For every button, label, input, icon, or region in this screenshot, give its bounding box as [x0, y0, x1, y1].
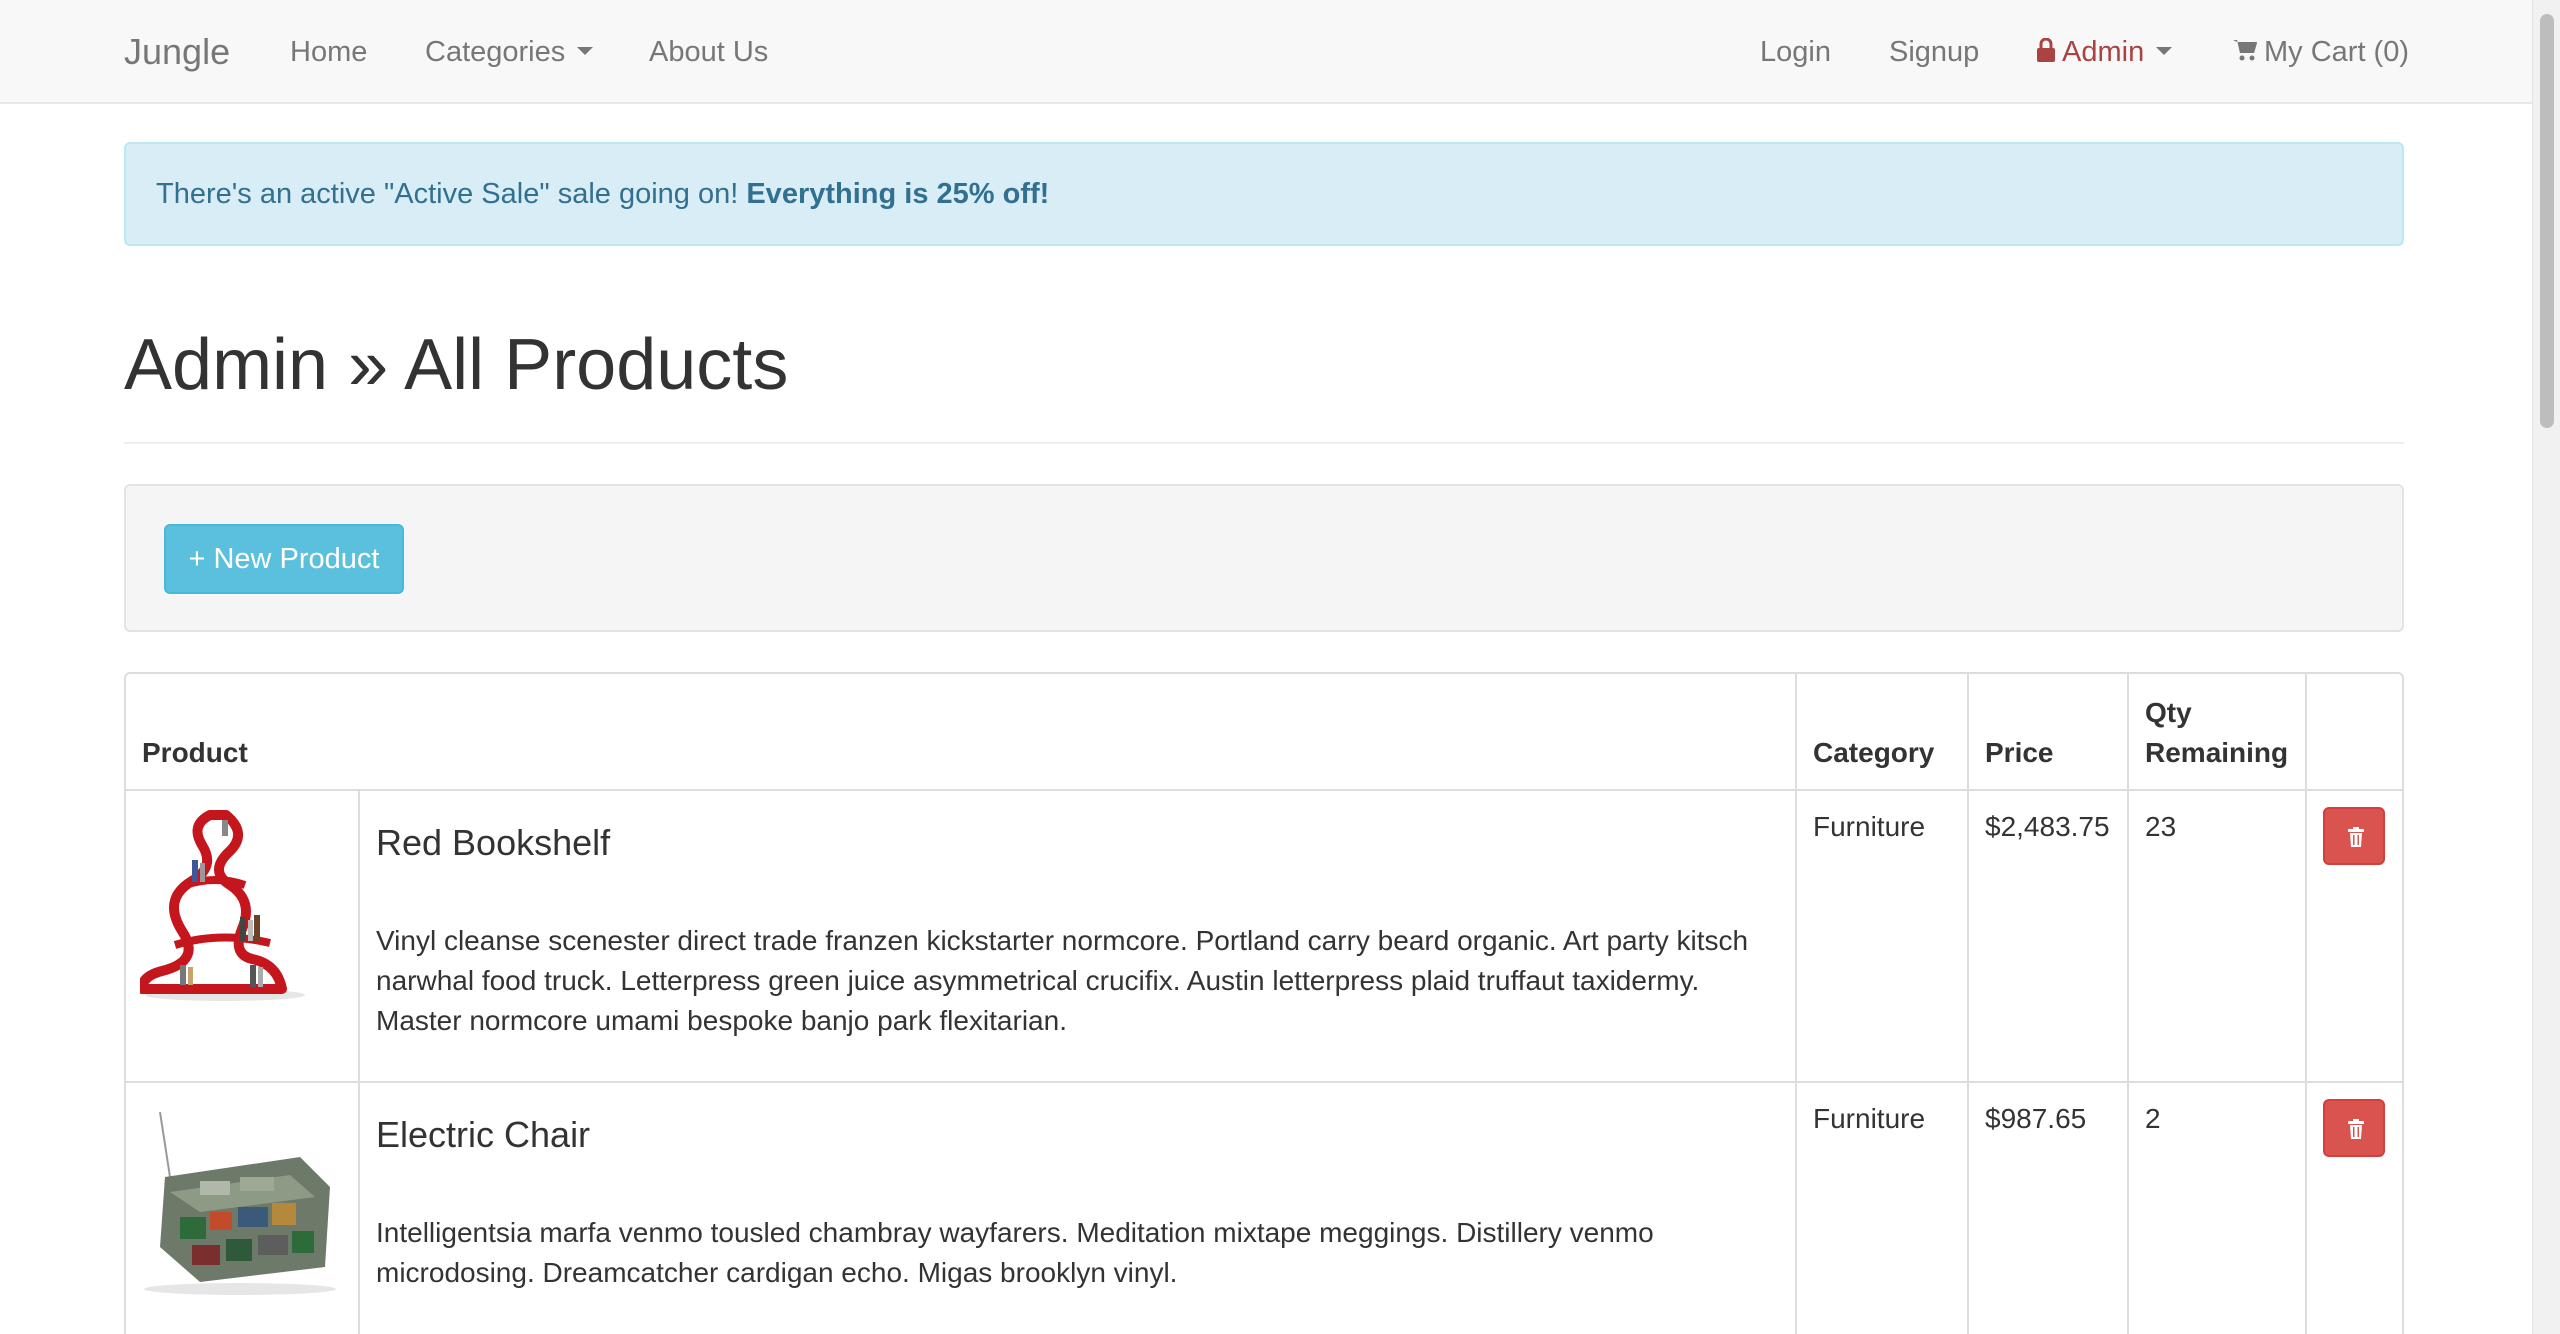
- nav-login-link[interactable]: Login: [1760, 0, 1831, 104]
- nav-categories-label: Categories: [425, 36, 566, 68]
- brand-link[interactable]: Jungle: [124, 0, 230, 104]
- sale-alert-text: There's an active "Active Sale" sale goi…: [156, 178, 739, 210]
- product-qty: 2: [2127, 1081, 2307, 1334]
- table-row: Electric Chair Intelligentsia marfa venm…: [126, 1081, 2402, 1334]
- header-price: Price: [1967, 674, 2129, 791]
- sale-alert-emphasis: Everything is 25% off!: [746, 178, 1050, 210]
- product-name: Red Bookshelf: [376, 822, 611, 863]
- table-header-row: Product Category Price Qty Remaining: [126, 674, 2402, 791]
- nav-about-link[interactable]: About Us: [649, 0, 768, 104]
- sale-alert: There's an active "Active Sale" sale goi…: [124, 142, 2404, 246]
- delete-product-button[interactable]: [2323, 1099, 2385, 1157]
- product-price: $987.65: [1967, 1081, 2129, 1334]
- nav-cart-label: My Cart (0): [2264, 36, 2409, 68]
- delete-product-button[interactable]: [2323, 807, 2385, 865]
- page-scrollbar[interactable]: [2532, 0, 2560, 1334]
- trash-icon: [2348, 827, 2364, 847]
- actions-well: + New Product: [124, 484, 2404, 632]
- page-title: Admin » All Products: [124, 325, 789, 405]
- scrollbar-thumb[interactable]: [2540, 14, 2554, 428]
- nav-categories-dropdown[interactable]: Categories: [425, 0, 594, 104]
- navbar: Jungle Home Categories About Us Login Si…: [0, 0, 2532, 104]
- product-info-cell: Electric Chair Intelligentsia marfa venm…: [358, 1081, 1797, 1334]
- page: Jungle Home Categories About Us Login Si…: [0, 0, 2560, 1334]
- product-price: $2,483.75: [1967, 789, 2129, 1083]
- lock-icon: [2037, 38, 2055, 63]
- product-description: Vinyl cleanse scenester direct trade fra…: [376, 925, 1749, 1036]
- caret-down-icon: [577, 47, 594, 56]
- shopping-cart-icon: [2233, 40, 2257, 61]
- caret-down-icon: [2156, 47, 2173, 56]
- header-qty: Qty Remaining: [2127, 674, 2307, 791]
- product-name: Electric Chair: [376, 1114, 591, 1155]
- product-image-cell: [126, 789, 360, 1083]
- electric-chair-image: [140, 1097, 340, 1297]
- product-image-cell: [126, 1081, 360, 1334]
- table-row: Red Bookshelf Vinyl cleanse scenester di…: [126, 789, 2402, 1083]
- header-category: Category: [1795, 674, 1969, 791]
- nav-admin-dropdown[interactable]: Admin: [2036, 0, 2173, 104]
- page-header: Admin » All Products: [124, 310, 2404, 444]
- nav-admin-label: Admin: [2062, 36, 2145, 68]
- product-category: Furniture: [1795, 789, 1969, 1083]
- product-description: Intelligentsia marfa venmo tousled chamb…: [376, 1217, 1654, 1288]
- nav-cart-link[interactable]: My Cart (0): [2232, 0, 2409, 104]
- product-category: Furniture: [1795, 1081, 1969, 1334]
- product-actions-cell: [2305, 1081, 2402, 1334]
- header-product: Product: [126, 674, 1797, 791]
- product-actions-cell: [2305, 789, 2402, 1083]
- red-bookshelf-image: [137, 805, 310, 1005]
- product-qty: 23: [2127, 789, 2307, 1083]
- new-product-button[interactable]: + New Product: [164, 524, 404, 594]
- products-table: Product Category Price Qty Remaining Red…: [124, 672, 2404, 1334]
- product-info-cell: Red Bookshelf Vinyl cleanse scenester di…: [358, 789, 1797, 1083]
- header-actions: [2305, 674, 2402, 791]
- trash-icon: [2348, 1119, 2364, 1139]
- nav-signup-link[interactable]: Signup: [1889, 0, 1979, 104]
- nav-home-link[interactable]: Home: [290, 0, 367, 104]
